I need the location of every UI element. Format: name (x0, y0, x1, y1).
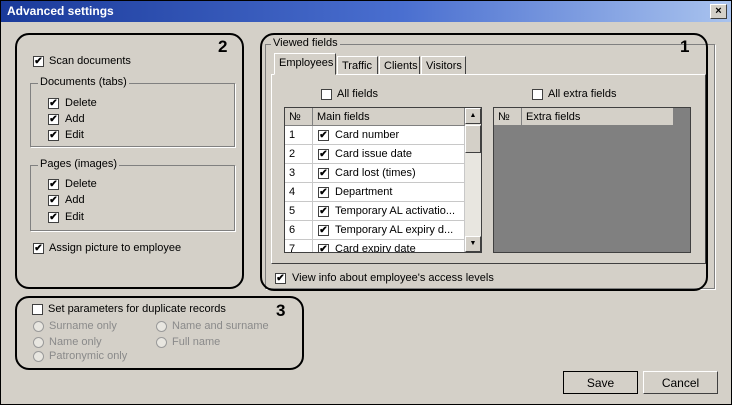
tab-employees[interactable]: Employees (274, 53, 336, 75)
annotation-outline-2 (15, 33, 244, 289)
annotation-number-1: 1 (680, 37, 690, 56)
close-button[interactable]: × (710, 4, 727, 19)
save-button[interactable]: Save (563, 371, 638, 394)
title-bar: Advanced settings × (1, 1, 731, 22)
annotation-number-3: 3 (276, 301, 286, 320)
window-title: Advanced settings (7, 4, 114, 18)
cancel-button[interactable]: Cancel (643, 371, 718, 394)
annotation-outline-3 (15, 296, 304, 370)
advanced-settings-dialog: Advanced settings × ✔ Scan documents Doc… (0, 0, 732, 405)
annotation-number-2: 2 (218, 37, 228, 56)
